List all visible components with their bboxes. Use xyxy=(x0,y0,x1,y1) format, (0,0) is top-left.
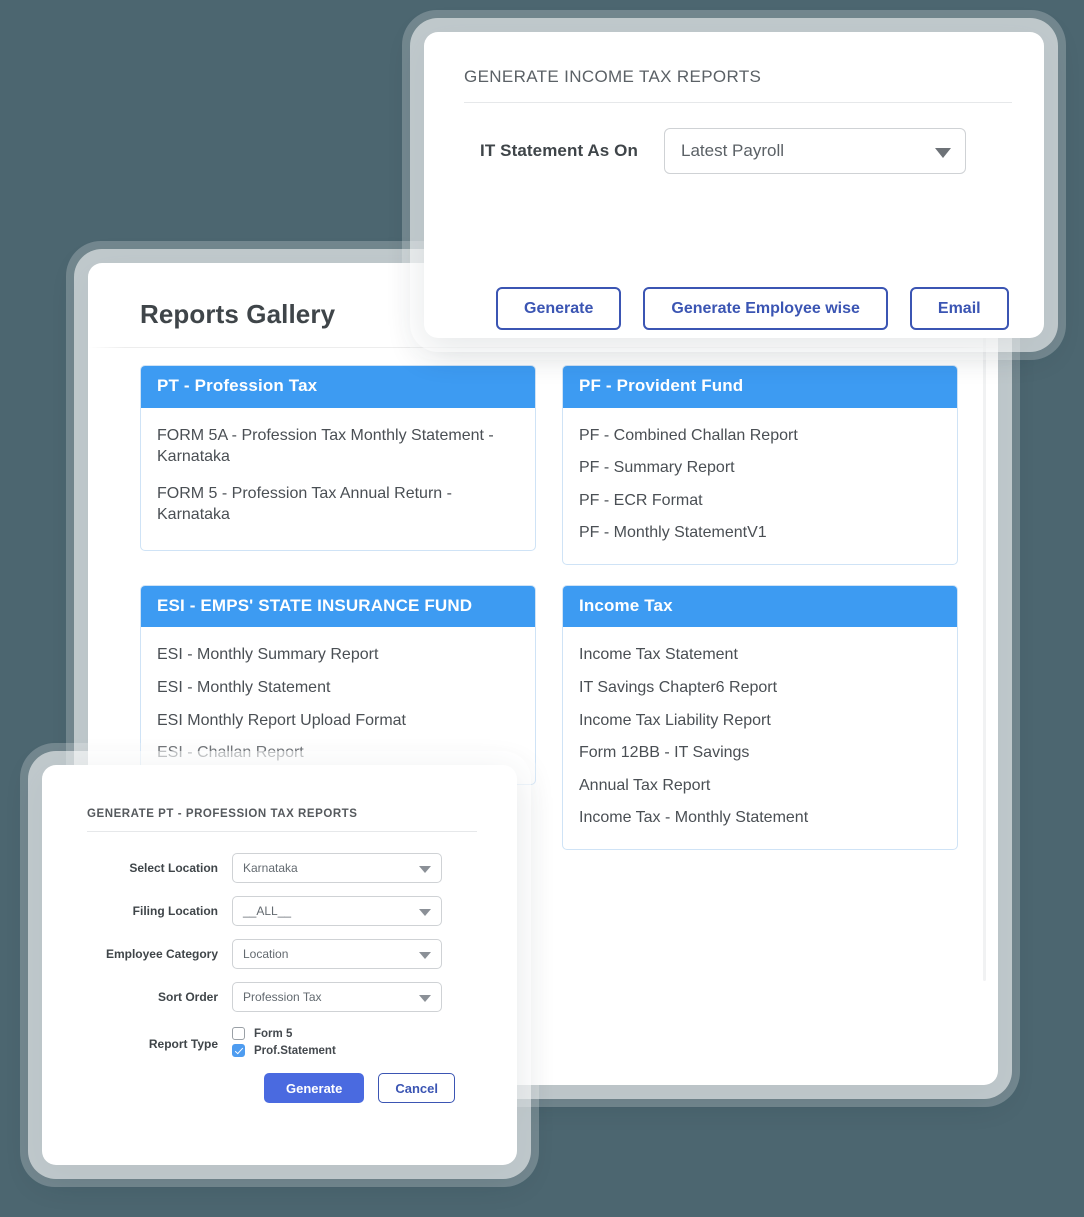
pt-dialog-divider xyxy=(87,831,477,832)
list-item[interactable]: Form 12BB - IT Savings xyxy=(579,737,941,770)
generate-button[interactable]: Generate xyxy=(496,287,622,330)
select-location-row: Select Location Karnataka xyxy=(42,853,517,883)
report-type-form5-label: Form 5 xyxy=(254,1027,293,1040)
it-statement-row: IT Statement As On Latest Payroll xyxy=(464,128,966,174)
report-type-prof-statement-label: Prof.Statement xyxy=(254,1044,336,1057)
report-type-label: Report Type xyxy=(148,1037,218,1051)
employee-category-label: Employee Category xyxy=(105,947,218,961)
it-dialog-actions: Generate Generate Employee wise Email xyxy=(496,287,1009,330)
employee-category-value: Location xyxy=(243,947,289,961)
list-item[interactable]: FORM 5A - Profession Tax Monthly Stateme… xyxy=(157,420,519,478)
select-location-select[interactable]: Karnataka xyxy=(232,853,442,883)
gallery-scrollbar[interactable] xyxy=(983,327,986,981)
report-group-body-esi: ESI - Monthly Summary Report ESI - Month… xyxy=(141,627,535,783)
list-item[interactable]: IT Savings Chapter6 Report xyxy=(579,672,941,705)
chevron-down-icon xyxy=(419,909,431,916)
list-item[interactable]: PF - ECR Format xyxy=(579,485,941,518)
list-item[interactable]: Income Tax - Monthly Statement xyxy=(579,802,941,835)
it-statement-label: IT Statement As On xyxy=(480,141,638,160)
generate-employee-wise-button[interactable]: Generate Employee wise xyxy=(643,287,888,330)
sort-order-row: Sort Order Profession Tax xyxy=(42,982,517,1012)
report-type-form5-option[interactable]: Form 5 xyxy=(232,1027,336,1040)
report-group-body-pf: PF - Combined Challan Report PF - Summar… xyxy=(563,408,957,564)
report-group-header-esi: ESI - EMPS' STATE INSURANCE FUND xyxy=(141,585,535,628)
dialog-divider xyxy=(464,102,1012,103)
report-group-income-tax: Income Tax Income Tax Statement IT Savin… xyxy=(562,584,958,851)
list-item[interactable]: Income Tax Statement xyxy=(579,639,941,672)
list-item[interactable]: PF - Combined Challan Report xyxy=(579,420,941,453)
report-group-header-income-tax: Income Tax xyxy=(563,585,957,628)
filing-location-select[interactable]: __ALL__ xyxy=(232,896,442,926)
list-item[interactable]: PF - Monthly StatementV1 xyxy=(579,517,941,550)
select-location-label: Select Location xyxy=(129,861,218,875)
report-type-row: Report Type Form 5 Prof.Statement xyxy=(42,1025,517,1057)
sort-order-select[interactable]: Profession Tax xyxy=(232,982,442,1012)
screen-root: Reports Gallery PT - Profession Tax FORM… xyxy=(0,0,1084,1217)
list-item[interactable]: Annual Tax Report xyxy=(579,770,941,803)
pt-dialog-title: GENERATE PT - PROFESSION TAX REPORTS xyxy=(87,808,358,820)
chevron-down-icon xyxy=(419,952,431,959)
list-item[interactable]: ESI - Monthly Statement xyxy=(157,672,519,705)
filing-location-label: Filing Location xyxy=(132,904,218,918)
report-type-prof-statement-checkbox[interactable] xyxy=(232,1044,245,1057)
report-group-body-pt: FORM 5A - Profession Tax Monthly Stateme… xyxy=(141,408,535,550)
report-type-prof-statement-option[interactable]: Prof.Statement xyxy=(232,1044,336,1057)
pt-dialog-actions: Generate Cancel xyxy=(232,1073,517,1103)
report-group-esi: ESI - EMPS' STATE INSURANCE FUND ESI - M… xyxy=(140,584,536,785)
chevron-down-icon xyxy=(419,866,431,873)
list-item[interactable]: ESI - Monthly Summary Report xyxy=(157,639,519,672)
employee-category-select[interactable]: Location xyxy=(232,939,442,969)
pt-form: Select Location Karnataka Filing Locatio… xyxy=(42,853,517,1103)
list-item[interactable]: ESI Monthly Report Upload Format xyxy=(157,705,519,738)
sort-order-value: Profession Tax xyxy=(243,990,322,1004)
email-button[interactable]: Email xyxy=(909,287,1009,330)
select-location-value: Karnataka xyxy=(243,861,298,875)
pt-cancel-button[interactable]: Cancel xyxy=(378,1073,456,1103)
report-type-form5-checkbox[interactable] xyxy=(232,1027,245,1040)
report-group-body-income-tax: Income Tax Statement IT Savings Chapter6… xyxy=(563,627,957,849)
report-group-header-pt: PT - Profession Tax xyxy=(141,366,535,408)
it-statement-select[interactable]: Latest Payroll xyxy=(664,128,966,174)
report-type-options: Form 5 Prof.Statement xyxy=(232,1025,336,1057)
pt-generate-button[interactable]: Generate xyxy=(264,1073,365,1103)
title-divider xyxy=(88,347,998,348)
list-item[interactable]: FORM 5 - Profession Tax Annual Return - … xyxy=(157,478,519,536)
generate-income-tax-reports-dialog: GENERATE INCOME TAX REPORTS IT Statement… xyxy=(424,32,1044,338)
dialog-title: GENERATE INCOME TAX REPORTS xyxy=(464,67,762,86)
sort-order-label: Sort Order xyxy=(157,990,218,1004)
report-group-pt: PT - Profession Tax FORM 5A - Profession… xyxy=(140,365,536,551)
report-group-pf: PF - Provident Fund PF - Combined Challa… xyxy=(562,365,958,565)
list-item[interactable]: PF - Summary Report xyxy=(579,452,941,485)
filing-location-row: Filing Location __ALL__ xyxy=(42,896,517,926)
chevron-down-icon xyxy=(419,995,431,1002)
page-title: Reports Gallery xyxy=(140,299,336,329)
it-statement-value: Latest Payroll xyxy=(681,141,784,160)
chevron-down-icon xyxy=(935,148,951,158)
generate-pt-profession-tax-reports-dialog: GENERATE PT - PROFESSION TAX REPORTS Sel… xyxy=(42,765,517,1165)
report-group-header-pf: PF - Provident Fund xyxy=(563,366,957,408)
employee-category-row: Employee Category Location xyxy=(42,939,517,969)
list-item[interactable]: Income Tax Liability Report xyxy=(579,705,941,738)
filing-location-value: __ALL__ xyxy=(243,904,292,918)
